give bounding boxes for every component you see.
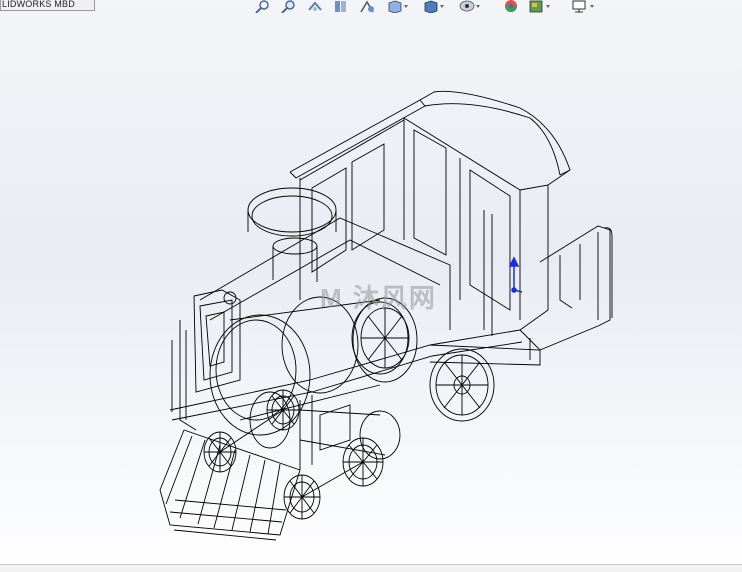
zoom-to-fit-icon[interactable] [254, 0, 272, 13]
document-tab-label: LIDWORKS MBD [2, 0, 75, 9]
watermark: M 沐风网 [290, 276, 450, 316]
display-style-icon[interactable] [422, 0, 444, 13]
view-settings-icon[interactable] [570, 0, 594, 13]
graphics-viewport[interactable]: M 沐风网 [0, 14, 742, 564]
watermark-text: M 沐风网 [320, 283, 437, 313]
status-strip [0, 565, 742, 572]
previous-view-icon[interactable] [306, 0, 324, 13]
zoom-area-icon[interactable] [280, 0, 298, 13]
hide-show-items-icon[interactable] [458, 0, 480, 13]
apply-scene-icon[interactable] [528, 0, 550, 13]
dynamic-annotation-icon[interactable] [358, 0, 376, 13]
section-view-icon[interactable] [332, 0, 350, 13]
edit-appearance-icon[interactable] [502, 0, 520, 13]
view-orientation-icon[interactable] [386, 0, 408, 13]
document-tab[interactable]: LIDWORKS MBD [0, 0, 95, 11]
heads-up-view-toolbar [252, 0, 612, 14]
